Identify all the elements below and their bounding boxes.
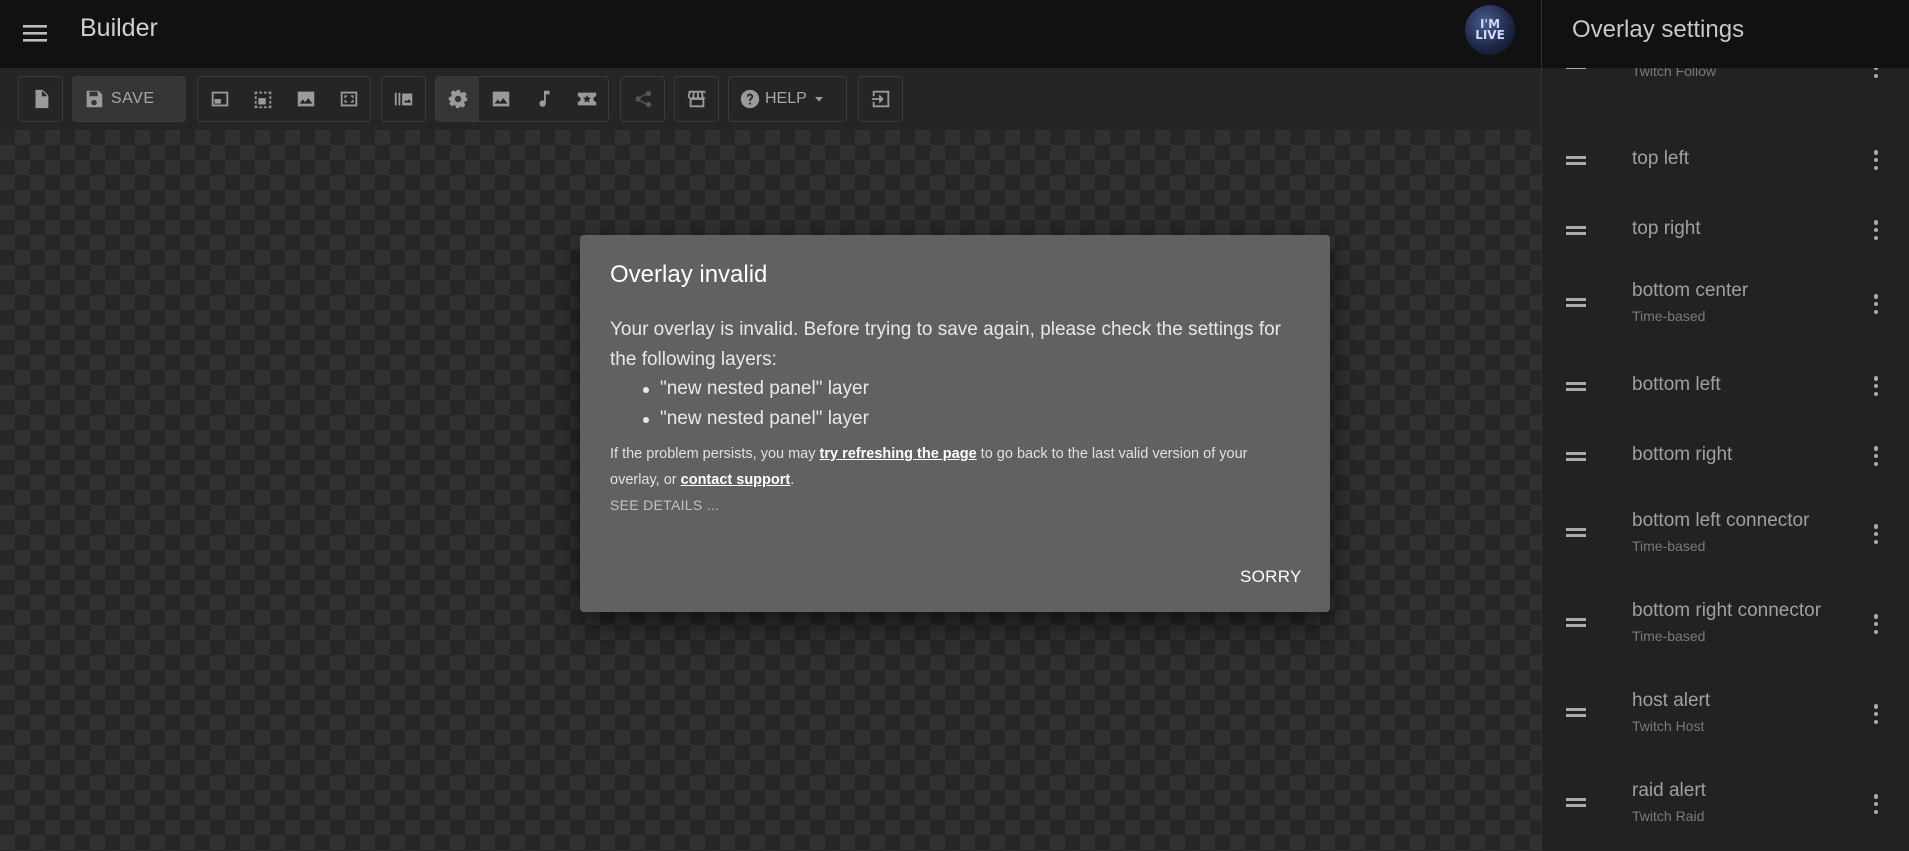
layer-name: bottom left connector [1632,510,1810,531]
layer-item[interactable]: raid alert Twitch Raid [1542,780,1909,832]
layer-name: top right [1632,218,1701,239]
more-vert-icon[interactable] [1866,374,1886,398]
layer-name: bottom left [1632,374,1721,395]
contact-support-link[interactable]: contact support [681,472,791,488]
note-suffix: . [790,472,795,488]
layer-item[interactable]: bottom right [1542,440,1909,472]
layer-name: host alert [1632,690,1711,711]
layer-item[interactable]: bottom left connector Time-based [1542,510,1909,562]
see-details-button[interactable]: SEE DETAILS ... [610,497,719,513]
app: Builder I'M LIVE SAVE HELP Overlay setti… [0,0,1909,851]
layer-name: raid alert [1632,780,1706,801]
layer-list: Twitch Follow top left top right bottom … [1542,68,1909,851]
more-vert-icon[interactable] [1866,702,1886,726]
layer-type: Time-based [1632,538,1706,554]
drag-handle-icon[interactable] [1566,226,1586,236]
layer-name: bottom right [1632,444,1733,465]
invalid-layer-item: "new nested panel" layer [643,374,869,404]
dialog-note: If the problem persists, you may try ref… [610,441,1300,493]
layer-item[interactable]: bottom center Time-based [1542,280,1909,332]
layer-name: bottom center [1632,280,1749,301]
drag-handle-icon[interactable] [1566,528,1586,538]
drag-handle-icon[interactable] [1566,452,1586,462]
layer-item[interactable]: host alert Twitch Host [1542,690,1909,742]
more-vert-icon[interactable] [1866,522,1886,546]
layer-type: Twitch Raid [1632,808,1705,824]
layer-type: Time-based [1632,628,1706,644]
panel-title: Overlay settings [1572,16,1745,43]
more-vert-icon[interactable] [1866,218,1886,242]
drag-handle-icon[interactable] [1566,156,1586,166]
drag-handle-icon[interactable] [1566,708,1586,718]
invalid-layers-list: "new nested panel" layer "new nested pan… [643,374,869,434]
drag-handle-icon[interactable] [1566,382,1586,392]
layer-item[interactable]: Twitch Follow [1542,68,1909,106]
layer-item[interactable]: bottom left [1542,370,1909,402]
layer-item[interactable]: top right [1542,214,1909,246]
drag-handle-icon[interactable] [1566,618,1586,628]
more-vert-icon[interactable] [1866,68,1886,80]
note-prefix: If the problem persists, you may [610,446,820,462]
modal-scrim: Overlay invalid Your overlay is invalid.… [0,0,1541,851]
more-vert-icon[interactable] [1866,444,1886,468]
layer-name: top left [1632,148,1690,169]
more-vert-icon[interactable] [1866,612,1886,636]
refresh-page-link[interactable]: try refreshing the page [820,446,977,462]
more-vert-icon[interactable] [1866,148,1886,172]
panel-header: Overlay settings [1542,0,1909,68]
overlay-invalid-dialog: Overlay invalid Your overlay is invalid.… [580,235,1330,612]
dialog-message: Your overlay is invalid. Before trying t… [610,319,1282,370]
more-vert-icon[interactable] [1866,292,1886,316]
layer-name: bottom right connector [1632,600,1822,621]
layer-item[interactable]: bottom right connector Time-based [1542,600,1909,652]
dialog-title: Overlay invalid [610,261,768,288]
drag-handle-icon[interactable] [1566,68,1586,70]
layer-type: Twitch Follow [1632,68,1717,79]
drag-handle-icon[interactable] [1566,798,1586,808]
invalid-layer-item: "new nested panel" layer [643,404,869,434]
more-vert-icon[interactable] [1866,792,1886,816]
layer-type: Twitch Host [1632,718,1705,734]
drag-handle-icon[interactable] [1566,298,1586,308]
overlay-settings-panel: Overlay settings Twitch Follow top left … [1541,0,1909,851]
sorry-button[interactable]: SORRY [1240,567,1302,587]
layer-type: Time-based [1632,308,1706,324]
layer-item[interactable]: top left [1542,144,1909,176]
